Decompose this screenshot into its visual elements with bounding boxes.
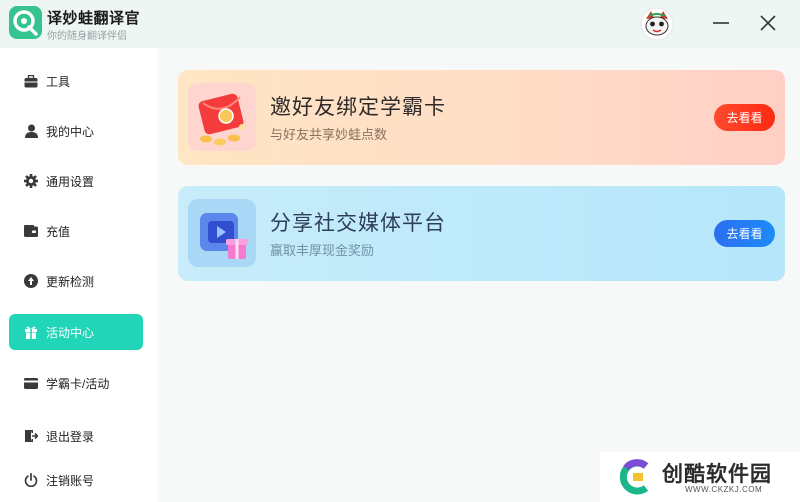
sidebar-item-study-card[interactable]: 学霸卡/活动	[9, 365, 143, 401]
video-share-icon	[188, 199, 256, 267]
sidebar-item-activity-center[interactable]: 活动中心	[9, 314, 143, 350]
card-description: 与好友共享妙蛙点数	[270, 127, 388, 142]
update-icon	[23, 273, 39, 289]
minimize-icon	[713, 22, 729, 24]
logout-icon	[23, 428, 39, 444]
user-icon	[23, 123, 39, 139]
sidebar-item-logout[interactable]: 退出登录	[9, 418, 143, 454]
power-icon	[23, 472, 39, 488]
gift-icon	[23, 324, 39, 340]
sidebar-item-label: 注销账号	[46, 473, 95, 488]
close-icon	[760, 15, 776, 31]
sidebar: 工具 我的中心 通用设置 充值 更新检测 活动中心 学霸卡/活动 退出登录 注销…	[0, 48, 158, 502]
sidebar-item-settings[interactable]: 通用设置	[9, 163, 143, 199]
watermark-logo-icon	[616, 458, 654, 496]
red-envelope-icon	[188, 83, 256, 151]
title-bar: 译妙蛙翻译官 你的随身翻译伴侣	[0, 0, 800, 48]
card-title: 分享社交媒体平台	[270, 212, 446, 235]
card-icon	[23, 375, 39, 391]
sidebar-item-label: 通用设置	[46, 174, 95, 189]
share-view-button[interactable]: 去看看	[714, 220, 775, 247]
sidebar-item-deactivate[interactable]: 注销账号	[9, 462, 143, 498]
gear-icon	[23, 173, 39, 189]
minimize-button[interactable]	[708, 10, 734, 36]
invite-friends-card[interactable]: 邀好友绑定学霸卡 与好友共享妙蛙点数 去看看	[178, 70, 785, 165]
card-title: 邀好友绑定学霸卡	[270, 96, 446, 119]
sidebar-item-label: 我的中心	[46, 124, 95, 139]
sidebar-item-label: 活动中心	[46, 325, 95, 340]
close-button[interactable]	[755, 10, 781, 36]
app-title: 译妙蛙翻译官	[47, 10, 141, 27]
card-description: 赢取丰厚现金奖励	[270, 243, 375, 258]
watermark-url: WWW.CKZKJ.COM	[685, 485, 763, 494]
sidebar-item-label: 充值	[46, 224, 71, 239]
watermark-name: 创酷软件园	[662, 463, 772, 486]
sidebar-item-recharge[interactable]: 充值	[9, 213, 143, 249]
invite-view-button[interactable]: 去看看	[714, 104, 775, 131]
sidebar-item-label: 学霸卡/活动	[46, 376, 110, 391]
toolbox-icon	[23, 73, 39, 89]
sidebar-item-label: 工具	[46, 74, 71, 89]
wallet-icon	[23, 223, 39, 239]
sidebar-item-label: 退出登录	[46, 429, 95, 444]
sidebar-item-tools[interactable]: 工具	[9, 63, 143, 99]
social-share-card[interactable]: 分享社交媒体平台 赢取丰厚现金奖励 去看看	[178, 186, 785, 281]
sidebar-item-update-check[interactable]: 更新检测	[9, 263, 143, 299]
sidebar-item-label: 更新检测	[46, 274, 95, 289]
watermark: 创酷软件园 WWW.CKZKJ.COM	[600, 452, 800, 502]
app-subtitle: 你的随身翻译伴侣	[47, 31, 127, 42]
app-logo-icon	[9, 6, 42, 39]
sidebar-item-my-center[interactable]: 我的中心	[9, 113, 143, 149]
mascot-avatar-icon[interactable]	[640, 7, 674, 41]
